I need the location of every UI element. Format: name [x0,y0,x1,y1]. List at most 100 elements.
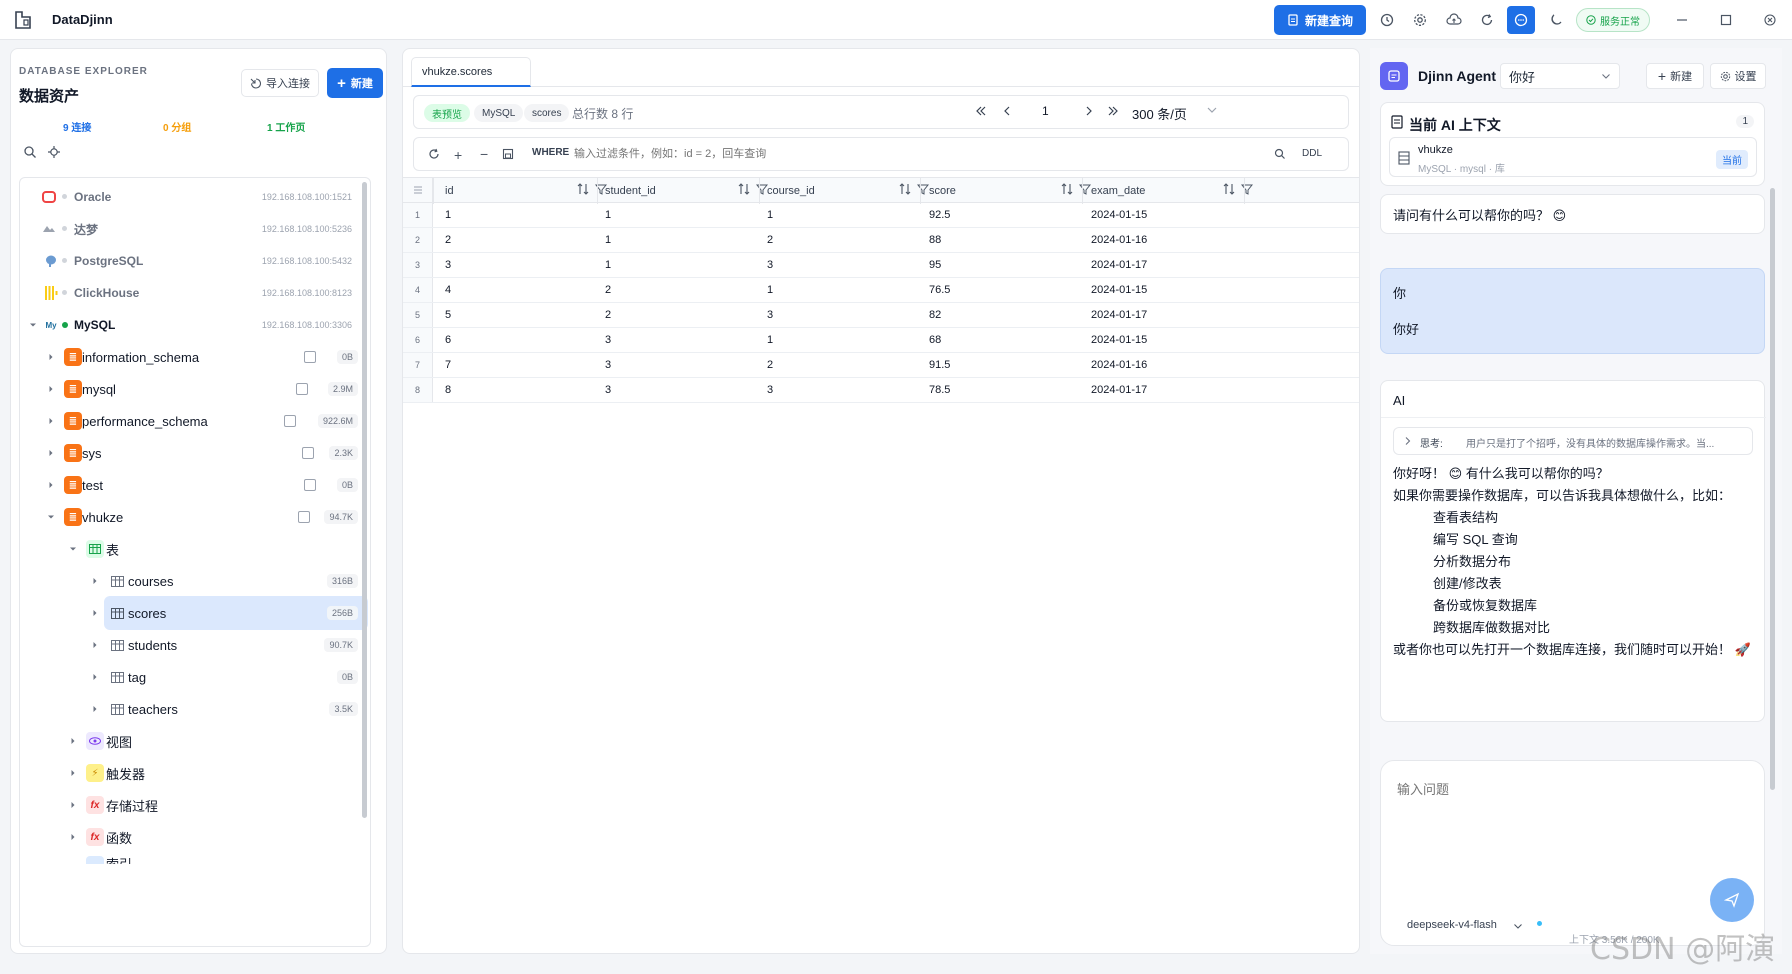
tree-scrollbar[interactable] [362,182,367,818]
tree-table[interactable]: courses 316B [20,564,370,598]
tree-database[interactable]: ≣ test 0B [20,468,370,502]
cell[interactable]: 1 [767,334,773,346]
cell[interactable]: 88 [929,234,941,246]
cell[interactable]: 2 [605,284,611,296]
table-row[interactable]: 2 2 1 2 88 2024-01-16 [403,228,1359,253]
table-row[interactable]: 6 6 3 1 68 2024-01-15 [403,328,1359,353]
sort-icon[interactable] [899,182,911,196]
chevron-right-icon[interactable] [90,640,100,650]
cell[interactable]: 1 [605,234,611,246]
query-icon[interactable] [304,479,316,491]
cloud-upload-icon[interactable] [1444,10,1464,30]
query-icon[interactable] [296,383,308,395]
tree-group-tables[interactable]: 表 [20,532,370,566]
send-button[interactable] [1710,878,1754,922]
tree-table[interactable]: tag 0B [20,660,370,694]
tree-table[interactable]: teachers 3.5K [20,692,370,726]
maximize-icon[interactable] [1716,10,1736,30]
cell[interactable]: 2 [445,234,451,246]
search-icon[interactable] [1274,148,1286,160]
new-connection-button[interactable]: + 新建 [327,68,383,98]
query-icon[interactable] [284,415,296,427]
chevron-right-icon[interactable] [46,384,56,394]
history-icon[interactable] [1377,10,1397,30]
cell[interactable]: 76.5 [929,284,950,296]
sort-icon[interactable] [738,182,750,196]
chevron-right-icon[interactable] [46,416,56,426]
tree-database[interactable]: ≣ sys 2.3K [20,436,370,470]
cell[interactable]: 2024-01-15 [1091,209,1147,221]
remove-row-icon[interactable]: − [480,146,488,162]
tree-group-functions[interactable]: fx 函数 [20,820,370,854]
settings-button[interactable]: 设置 [1710,63,1766,89]
cell[interactable]: 95 [929,259,941,271]
column-header[interactable]: student_id [605,185,656,197]
thinking-collapsible[interactable]: 思考: 用户只是打了个招呼，没有具体的数据库操作需求。当... [1393,427,1753,455]
close-icon[interactable] [1760,10,1780,30]
column-header[interactable]: score [929,185,956,197]
column-header[interactable]: exam_date [1091,185,1145,197]
tree-connection-dameng[interactable]: 达梦 192.168.108.100:5236 [20,212,370,246]
locate-icon[interactable] [47,145,63,161]
save-icon[interactable] [502,148,514,160]
table-row[interactable]: 8 8 3 3 78.5 2024-01-17 [403,378,1359,403]
table-row[interactable]: 1 1 1 1 92.5 2024-01-15 [403,203,1359,228]
chevron-down-icon[interactable] [46,512,56,522]
new-session-button[interactable]: + 新建 [1646,63,1704,89]
session-select[interactable]: 你好 [1500,63,1620,89]
query-icon[interactable] [304,351,316,363]
cell[interactable]: 3 [605,334,611,346]
cell[interactable]: 7 [445,359,451,371]
chevron-down-icon[interactable] [28,320,38,330]
page-size-select[interactable]: 300 条/页 [1132,104,1187,123]
cell[interactable]: 5 [445,309,451,321]
tab-vhukze-scores[interactable]: vhukze.scores [411,57,531,87]
ddl-button[interactable]: DDL [1302,148,1322,159]
cell[interactable]: 1 [767,209,773,221]
cell[interactable]: 2024-01-17 [1091,384,1147,396]
prev-page-icon[interactable] [1000,104,1014,118]
chevron-down-icon[interactable] [68,544,78,554]
column-header[interactable]: course_id [767,185,815,197]
chevron-right-icon[interactable] [46,480,56,490]
table-row[interactable]: 7 7 3 2 91.5 2024-01-16 [403,353,1359,378]
add-row-icon[interactable]: + [454,147,462,163]
first-page-icon[interactable] [974,104,988,118]
context-item[interactable]: vhukze MySQL · mysql · 库 当前 [1389,137,1757,177]
sort-icon[interactable] [1061,182,1073,196]
cell[interactable]: 2024-01-15 [1091,284,1147,296]
tree-connection-mysql[interactable]: My MySQL 192.168.108.100:3306 [20,308,370,342]
search-icon[interactable] [23,145,39,161]
chevron-down-icon[interactable] [1206,104,1218,116]
chevron-right-icon[interactable] [46,448,56,458]
sort-icon[interactable] [577,182,589,196]
cell[interactable]: 2 [605,309,611,321]
tree-database[interactable]: ≣ performance_schema 922.6M [20,404,370,438]
page-number[interactable]: 1 [1042,104,1049,118]
next-page-icon[interactable] [1082,104,1096,118]
chevron-right-icon[interactable] [90,672,100,682]
cell[interactable]: 3 [767,384,773,396]
cell[interactable]: 91.5 [929,359,950,371]
sort-icon[interactable] [1223,182,1235,196]
table-row[interactable]: 3 3 1 3 95 2024-01-17 [403,253,1359,278]
tree-group-views[interactable]: 视图 [20,724,370,758]
cell[interactable]: 1 [445,209,451,221]
cell[interactable]: 6 [445,334,451,346]
tree-connection-clickhouse[interactable]: ClickHouse 192.168.108.100:8123 [20,276,370,310]
cell[interactable]: 1 [605,209,611,221]
refresh-icon[interactable] [1477,10,1497,30]
tree-table-selected[interactable]: scores 256B [93,596,368,630]
column-header[interactable]: id [445,185,454,197]
tree-connection-postgresql[interactable]: PostgreSQL 192.168.108.100:5432 [20,244,370,278]
chat-input[interactable] [1397,779,1747,879]
cell[interactable]: 3 [605,384,611,396]
tree-database-vhukze[interactable]: ≣ vhukze 94.7K [20,500,370,534]
refresh-icon[interactable] [428,148,440,160]
model-select[interactable]: deepseek-v4-flash [1407,919,1497,931]
cell[interactable]: 3 [605,359,611,371]
filter-icon[interactable] [1079,182,1091,196]
chat-scrollbar[interactable] [1770,188,1775,790]
new-query-button[interactable]: 新建查询 [1274,5,1366,35]
query-icon[interactable] [298,511,310,523]
